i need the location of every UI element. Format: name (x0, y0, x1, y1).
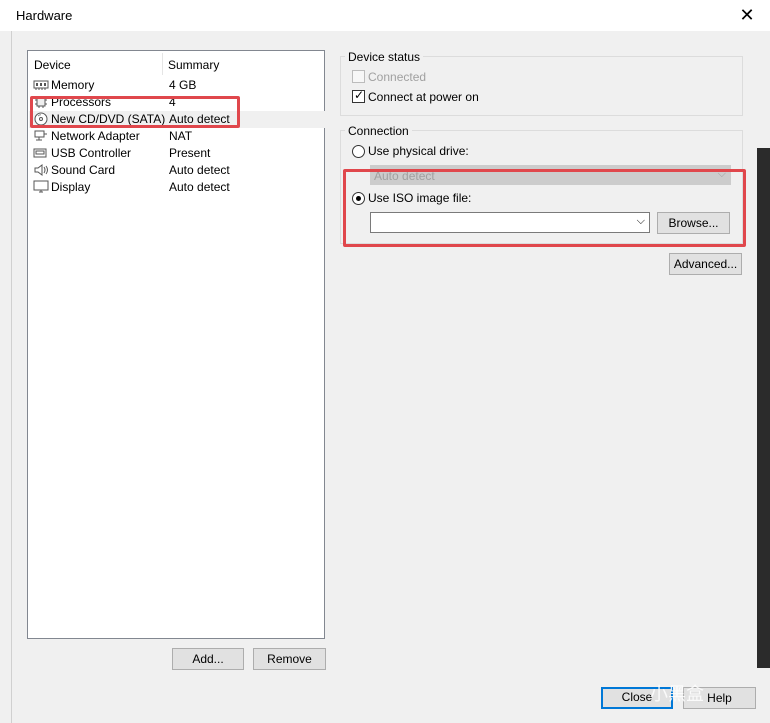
hardware-dialog: Hardware ✕ Device Summary Memory 4 GB Pr… (0, 0, 770, 723)
device-status-group (340, 56, 743, 116)
connect-at-power-on-label: Connect at power on (368, 90, 479, 104)
connected-label: Connected (368, 70, 427, 84)
device-summary: Present (169, 146, 211, 160)
device-status-title: Device status (345, 50, 424, 64)
device-row-usb-controller[interactable]: USB Controller Present (29, 145, 325, 162)
device-name: Sound Card (51, 163, 116, 177)
device-row-network-adapter[interactable]: Network Adapter NAT (29, 128, 325, 145)
device-name: Network Adapter (51, 129, 140, 143)
sound-icon (34, 164, 48, 176)
connection-title: Connection (345, 124, 412, 138)
title-bar: Hardware ✕ (0, 0, 770, 31)
device-name: USB Controller (51, 146, 132, 160)
annotation-highlight-iso (343, 169, 746, 247)
device-summary: Auto detect (169, 180, 230, 194)
annotation-highlight-device (30, 96, 240, 128)
memory-icon (33, 80, 49, 90)
column-separator (162, 53, 163, 75)
column-header-device[interactable]: Device (34, 58, 71, 72)
device-summary: Auto detect (169, 163, 230, 177)
checkmark-icon: ✓ (354, 88, 365, 102)
use-physical-drive-label: Use physical drive: (368, 144, 469, 158)
device-row-sound-card[interactable]: Sound Card Auto detect (29, 162, 325, 179)
network-adapter-icon (34, 130, 47, 141)
usb-icon (33, 148, 47, 158)
connected-checkbox[interactable] (352, 70, 365, 83)
device-name: Memory (51, 78, 95, 92)
display-icon (33, 180, 49, 193)
background-window-edge (0, 31, 12, 723)
device-row-display[interactable]: Display Auto detect (29, 179, 325, 196)
device-summary: 4 GB (169, 78, 197, 92)
add-button[interactable]: Add... (172, 648, 244, 670)
watermark-text: 小黑盒 (650, 684, 704, 704)
device-name: Display (51, 180, 91, 194)
window-title: Hardware (16, 8, 73, 23)
device-list-header: Device Summary (28, 51, 324, 77)
device-row-memory[interactable]: Memory 4 GB (29, 77, 325, 94)
close-window-icon[interactable]: ✕ (724, 0, 770, 31)
advanced-button[interactable]: Advanced... (669, 253, 742, 275)
background-window-edge-right (757, 148, 770, 668)
device-list[interactable]: Device Summary Memory 4 GB Processors 4 … (27, 50, 325, 639)
remove-button[interactable]: Remove (253, 648, 326, 670)
use-physical-drive-radio[interactable] (352, 145, 365, 158)
column-header-summary[interactable]: Summary (168, 58, 219, 72)
connect-at-power-on-checkbox[interactable]: ✓ (352, 88, 365, 103)
device-summary: NAT (169, 129, 193, 143)
